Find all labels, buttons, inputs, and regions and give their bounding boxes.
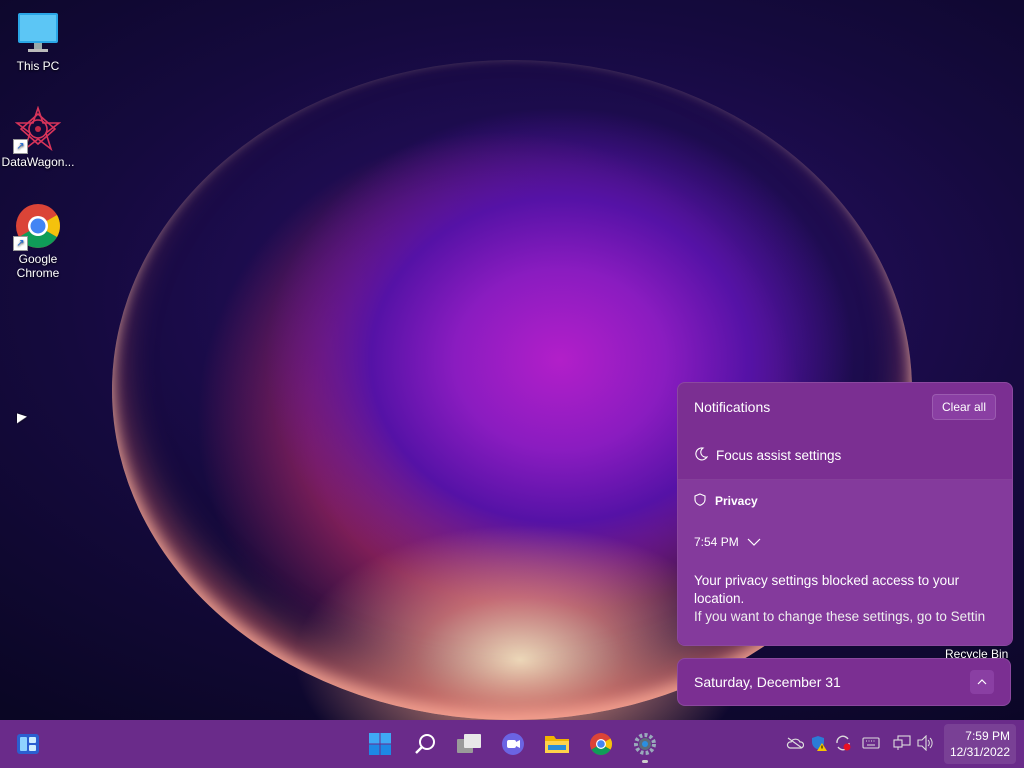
calendar-flyout: Saturday, December 31 [677,658,1011,706]
desktop-icon-label: Google Chrome [16,252,60,280]
update-icon[interactable] [834,734,852,752]
widgets-button[interactable] [11,728,45,760]
settings-icon [634,733,656,755]
notifications-title: Notifications [694,399,771,415]
start-button[interactable] [363,728,397,760]
taskbar-clock[interactable]: 7:59 PM 12/31/2022 [944,724,1016,764]
moon-icon [694,446,709,464]
shortcut-arrow-icon: ↗ [13,139,28,154]
onedrive-icon[interactable] [786,734,804,752]
shortcut-arrow-icon: ↗ [13,236,28,251]
clock-time: 7:59 PM [965,729,1010,743]
task-view-button[interactable] [452,728,486,760]
notification-body-line: Your privacy settings blocked access to … [694,573,960,588]
monitor-icon [15,10,61,56]
desktop-icon-chrome[interactable]: ↗ Google Chrome [0,203,76,280]
desktop-icon-label: This PC [16,59,60,73]
chrome-icon: ↗ [13,203,61,251]
clock-date: 12/31/2022 [949,745,1010,759]
desktop-icon-label: DataWagon... [1,155,75,169]
settings-taskbar-button[interactable] [628,728,662,763]
datawagon-icon: ↗ [13,105,62,154]
chrome-icon [590,733,612,755]
notification-app-name: Privacy [715,494,758,508]
shield-icon [694,493,706,509]
notification-body-line: If you want to change these settings, go… [694,609,986,624]
chrome-taskbar-button[interactable] [584,728,618,760]
volume-icon[interactable] [917,734,935,752]
notification-center: Notifications Clear all Focus assist set… [677,382,1013,646]
focus-assist-label: Focus assist settings [716,447,842,463]
notification-header: Notifications Clear all [678,383,1012,431]
task-view-icon [457,734,481,753]
chevron-down-icon [747,535,761,549]
network-icon[interactable] [893,734,911,752]
search-icon [415,734,435,754]
notification-body: Your privacy settings blocked access to … [694,572,996,626]
clear-all-button[interactable]: Clear all [931,394,996,420]
notification-app-row: Privacy [694,480,996,522]
search-button[interactable] [408,728,442,760]
keyboard-icon[interactable] [862,734,880,752]
notification-card[interactable]: Privacy 7:54 PM Your privacy settings bl… [678,480,1012,645]
security-warning-icon[interactable] [810,734,828,752]
start-icon [369,733,391,755]
taskbar: 7:59 PM 12/31/2022 [0,720,1024,768]
calendar-date: Saturday, December 31 [694,674,841,690]
desktop-icon-datawagon[interactable]: ↗ DataWagon... [0,105,76,169]
notification-time-row[interactable]: 7:54 PM [694,522,996,562]
focus-assist-settings-link[interactable]: Focus assist settings [678,431,1012,480]
calendar-expand-button[interactable] [970,670,994,694]
chat-icon [502,733,524,755]
mouse-cursor [17,413,27,427]
file-explorer-button[interactable] [540,728,574,760]
desktop-icon-this-pc[interactable]: This PC [0,10,76,73]
chat-button[interactable] [496,728,530,760]
notification-time: 7:54 PM [694,535,739,549]
widgets-icon [17,734,39,754]
file-explorer-icon [545,736,569,753]
chevron-up-icon [977,679,987,685]
notification-body-line: location. [694,591,745,606]
